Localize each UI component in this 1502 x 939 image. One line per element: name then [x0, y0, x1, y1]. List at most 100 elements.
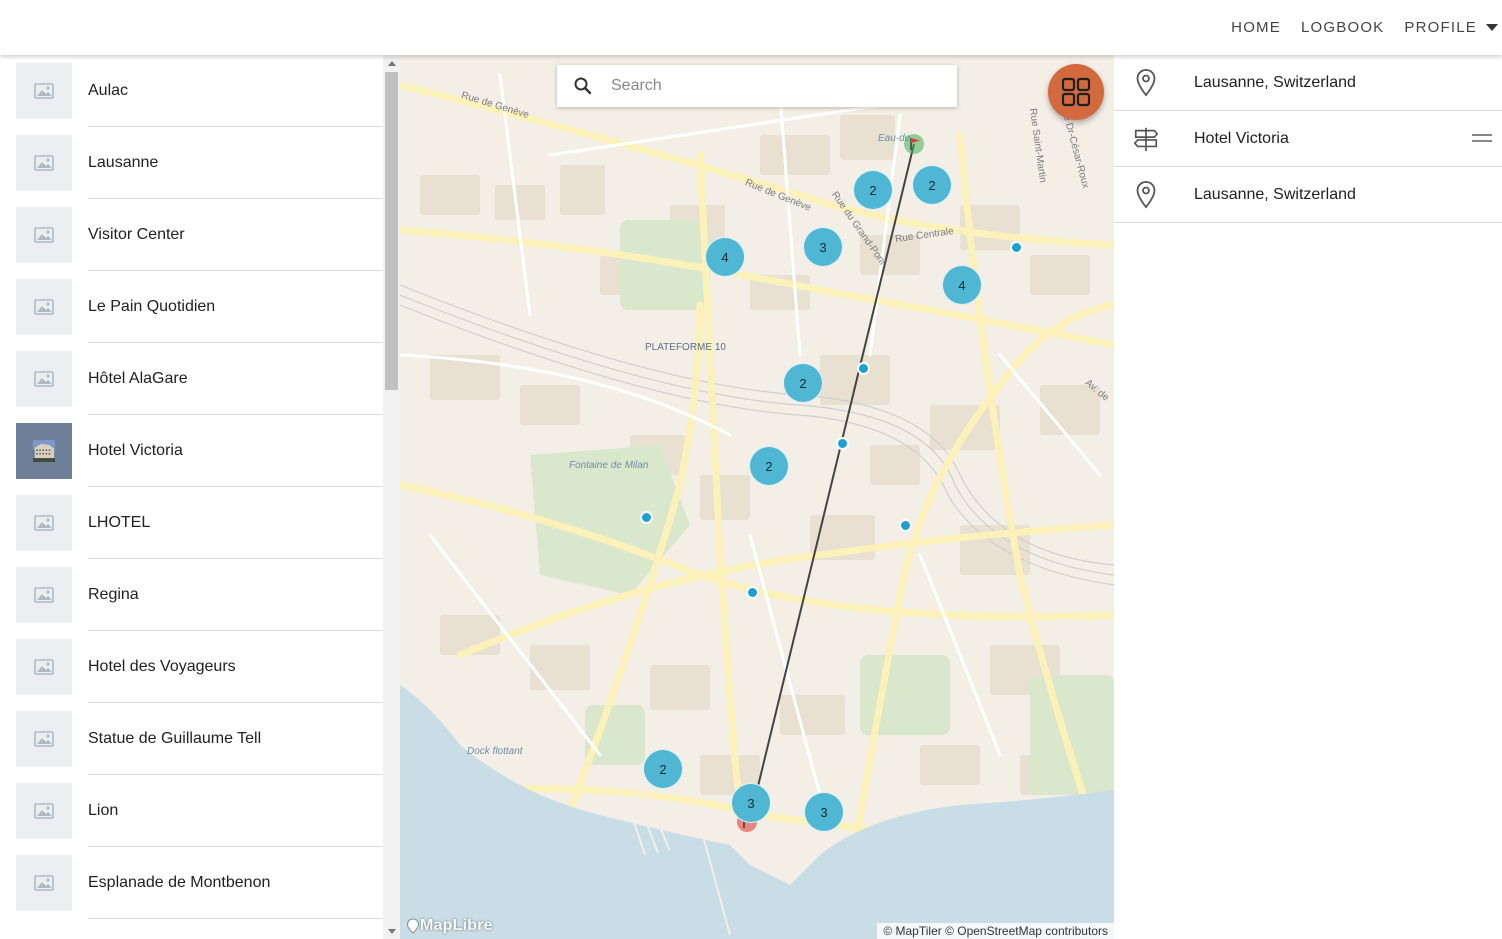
map-point-marker[interactable]: [856, 361, 870, 375]
place-thumbnail: [16, 495, 72, 551]
map-point-marker[interactable]: [1009, 240, 1023, 254]
route-stop-label: Lausanne, Switzerland: [1194, 186, 1356, 203]
grid-icon: [1061, 77, 1091, 107]
list-item[interactable]: Lausanne: [0, 127, 383, 199]
map-search-box: [557, 65, 957, 107]
map-point-marker[interactable]: [835, 436, 849, 450]
map-cluster-marker[interactable]: 4: [705, 237, 745, 277]
nav-profile-label: PROFILE: [1404, 19, 1477, 36]
list-item[interactable]: Le Pain Quotidien: [0, 271, 383, 343]
map-cluster-marker[interactable]: 2: [783, 363, 823, 403]
list-divider: [88, 918, 383, 919]
place-thumbnail: [16, 567, 72, 623]
grid-view-button[interactable]: [1048, 64, 1104, 120]
map-cluster-marker[interactable]: 3: [803, 227, 843, 267]
route-panel: Lausanne, Switzerland Hotel Victoria Lau…: [1114, 55, 1502, 939]
top-nav: HOME LOGBOOK PROFILE: [1211, 0, 1502, 55]
list-item-label: LHOTEL: [88, 514, 151, 531]
list-item-label: Le Pain Quotidien: [88, 298, 216, 315]
hotel-photo: [33, 440, 55, 462]
scroll-down-arrow-icon[interactable]: [383, 923, 400, 939]
list-item-label: Visitor Center: [88, 226, 185, 243]
route-stop-label: Lausanne, Switzerland: [1194, 74, 1356, 91]
place-thumbnail: [16, 351, 72, 407]
image-placeholder-icon: [34, 659, 54, 675]
image-placeholder-icon: [34, 875, 54, 891]
map-cluster-marker[interactable]: 2: [853, 170, 893, 210]
image-placeholder-icon: [34, 371, 54, 387]
list-item-label: Hotel des Voyageurs: [88, 658, 236, 675]
app-bar: HOME LOGBOOK PROFILE: [0, 0, 1502, 55]
list-item[interactable]: LHOTEL: [0, 487, 383, 559]
image-placeholder-icon: [34, 83, 54, 99]
list-item-label: Aulac: [88, 82, 129, 99]
list-item[interactable]: Hôtel AlaGare: [0, 343, 383, 415]
place-thumbnail-photo: [16, 423, 72, 479]
drag-handle-icon[interactable]: [1472, 134, 1492, 144]
list-item-label: Statue de Guillaume Tell: [88, 730, 262, 747]
nav-logbook-link[interactable]: LOGBOOK: [1301, 19, 1384, 36]
place-thumbnail: [16, 279, 72, 335]
map-point-marker[interactable]: [639, 510, 653, 524]
list-item-label: Esplanade de Montbenon: [88, 874, 271, 891]
image-placeholder-icon: [34, 227, 54, 243]
list-item[interactable]: Esplanade de Montbenon: [0, 847, 383, 919]
map-cluster-marker[interactable]: 2: [643, 749, 683, 789]
place-thumbnail: [16, 63, 72, 119]
route-stop-waypoint[interactable]: Hotel Victoria: [1114, 111, 1502, 167]
map-cluster-marker[interactable]: 2: [912, 165, 952, 205]
list-item-label: Lion: [88, 802, 119, 819]
map-cluster-marker[interactable]: 4: [942, 265, 982, 305]
place-thumbnail: [16, 207, 72, 263]
map-cluster-marker[interactable]: 2: [749, 446, 789, 486]
search-input[interactable]: [611, 77, 941, 95]
route-start-flag-icon[interactable]: [904, 134, 924, 154]
map-view[interactable]: Rue de Genève Rue de Genève Rue du Grand…: [400, 55, 1114, 939]
search-icon: [574, 77, 592, 95]
route-stop-label: Hotel Victoria: [1194, 130, 1289, 147]
scrollbar-thumb[interactable]: [385, 72, 398, 390]
maplibre-logo[interactable]: MapLibre: [406, 917, 493, 935]
list-item-label: Regina: [88, 586, 139, 603]
place-thumbnail: [16, 855, 72, 911]
image-placeholder-icon: [34, 731, 54, 747]
route-stop-end[interactable]: Lausanne, Switzerland: [1114, 167, 1502, 223]
image-placeholder-icon: [34, 587, 54, 603]
scroll-up-arrow-icon[interactable]: [383, 55, 400, 71]
image-placeholder-icon: [34, 299, 54, 315]
list-item-label: Lausanne: [88, 154, 159, 171]
list-item-label: Hôtel AlaGare: [88, 370, 188, 387]
nav-home-link[interactable]: HOME: [1231, 19, 1281, 36]
place-thumbnail: [16, 711, 72, 767]
list-item[interactable]: Visitor Center: [0, 199, 383, 271]
location-pin-icon: [1132, 68, 1160, 98]
list-item[interactable]: Aulac: [0, 55, 383, 127]
map-point-marker[interactable]: [898, 518, 912, 532]
list-item[interactable]: Hotel des Voyageurs: [0, 631, 383, 703]
list-item[interactable]: Regina: [0, 559, 383, 631]
list-scrollbar[interactable]: [383, 55, 400, 939]
places-list: Aulac Lausanne Visitor Center Le Pain Quoti…: [0, 55, 400, 939]
route-stop-start[interactable]: Lausanne, Switzerland: [1114, 55, 1502, 111]
map-cluster-marker[interactable]: 3: [804, 792, 844, 832]
maplibre-logo-text: MapLibre: [420, 917, 493, 934]
image-placeholder-icon: [34, 803, 54, 819]
list-item-label: Hotel Victoria: [88, 442, 183, 459]
map-label-fontaine-de-milan: Fontaine de Milan: [569, 460, 649, 471]
list-item[interactable]: Statue de Guillaume Tell: [0, 703, 383, 775]
image-placeholder-icon: [34, 155, 54, 171]
list-item[interactable]: Lion: [0, 775, 383, 847]
map-attribution[interactable]: © MapTiler © OpenStreetMap contributors: [877, 923, 1114, 939]
map-label-dock-flottant: Dock flottant: [467, 746, 523, 757]
map-point-marker[interactable]: [745, 585, 759, 599]
map-cluster-marker[interactable]: 3: [731, 783, 771, 823]
place-thumbnail: [16, 783, 72, 839]
list-item[interactable]: Hotel Victoria: [0, 415, 383, 487]
place-thumbnail: [16, 639, 72, 695]
nav-profile-menu[interactable]: PROFILE: [1404, 19, 1498, 36]
location-pin-icon: [1132, 180, 1160, 210]
place-thumbnail: [16, 135, 72, 191]
signpost-icon: [1132, 124, 1160, 154]
map-pin-logo-icon: [406, 918, 420, 934]
chevron-down-icon: [1486, 24, 1498, 31]
